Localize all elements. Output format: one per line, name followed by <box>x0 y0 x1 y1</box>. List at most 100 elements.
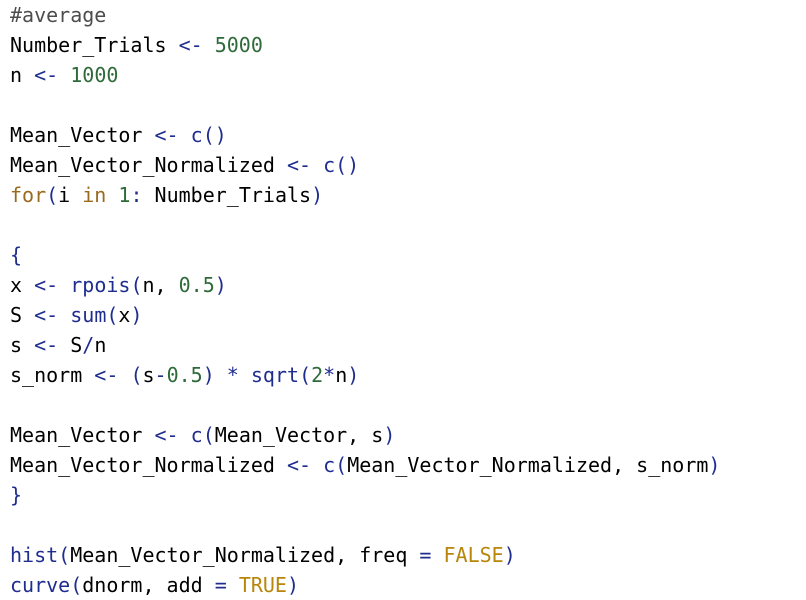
code-token-ident <box>58 303 70 327</box>
code-line[interactable]: n <- 1000 <box>10 60 806 90</box>
code-token-operator: <- <box>154 423 179 447</box>
code-token-ident <box>58 273 70 297</box>
code-token-paren: ( <box>335 453 348 477</box>
code-token-paren: ) <box>202 363 215 387</box>
code-token-function: c <box>190 423 203 447</box>
code-line[interactable]: ​ <box>10 210 806 240</box>
code-token-paren: ) <box>214 273 227 297</box>
code-token-paren: ) <box>708 453 721 477</box>
code-line[interactable]: Mean_Vector <- c(Mean_Vector, s) <box>10 420 806 450</box>
code-line[interactable]: S <- sum(x) <box>10 300 806 330</box>
code-token-operator: / <box>82 333 95 357</box>
code-token-ident: n, <box>142 273 179 297</box>
code-token-paren: ( <box>130 273 143 297</box>
code-line[interactable]: Mean_Vector_Normalized <- c() <box>10 150 806 180</box>
code-line[interactable]: curve(dnorm, add = TRUE) <box>10 570 806 600</box>
code-token-paren: () <box>335 153 360 177</box>
code-line[interactable]: Number_Trials <- 5000 <box>10 30 806 60</box>
code-token-keyword: in <box>82 183 107 207</box>
code-line[interactable]: s <- S/n <box>10 330 806 360</box>
code-line[interactable]: Mean_Vector_Normalized <- c(Mean_Vector_… <box>10 450 806 480</box>
code-token-ident: s <box>10 333 35 357</box>
code-token-function: sqrt <box>250 363 300 387</box>
code-token-ident <box>203 33 215 57</box>
code-token-paren: ( <box>130 363 143 387</box>
code-token-ident <box>227 573 239 597</box>
code-line[interactable]: x <- rpois(n, 0.5) <box>10 270 806 300</box>
code-token-ident: n <box>335 363 348 387</box>
code-token-ident: Mean_Vector <box>10 423 155 447</box>
code-token-operator: <- <box>154 123 179 147</box>
code-token-ident: S <box>10 303 35 327</box>
code-token-number: 0.5 <box>178 273 215 297</box>
code-token-number: 1 <box>118 183 131 207</box>
code-token-ident: Mean_Vector, s <box>214 423 384 447</box>
code-line[interactable]: for(i in 1: Number_Trials) <box>10 180 806 210</box>
code-token-function: sum <box>70 303 107 327</box>
code-token-operator: <- <box>178 33 203 57</box>
code-token-ident <box>58 63 70 87</box>
code-line[interactable]: } <box>10 480 806 510</box>
code-token-ident <box>118 363 130 387</box>
code-token-keyword: for <box>10 183 47 207</box>
code-token-ident: S <box>58 333 83 357</box>
code-token-paren: ( <box>46 183 59 207</box>
code-token-ident: n <box>94 333 107 357</box>
code-token-operator: <- <box>34 333 59 357</box>
code-token-ident: Mean_Vector_Normalized, freq <box>70 543 420 567</box>
code-token-operator: <- <box>34 273 59 297</box>
code-line[interactable]: s_norm <- (s-0.5) * sqrt(2*n) <box>10 360 806 390</box>
code-token-function: c <box>323 153 336 177</box>
code-token-paren: ) <box>503 543 516 567</box>
code-token-ident <box>311 153 323 177</box>
code-token-number: 1000 <box>70 63 119 87</box>
code-token-ident: dnorm, add <box>82 573 215 597</box>
code-token-paren: ( <box>58 543 71 567</box>
code-line[interactable]: { <box>10 240 806 270</box>
code-token-ident: n <box>10 63 35 87</box>
code-token-operator: <- <box>34 303 59 327</box>
code-token-paren: ( <box>70 573 83 597</box>
code-line[interactable]: ​ <box>10 90 806 120</box>
code-token-ident: Number_Trials <box>142 183 312 207</box>
code-line[interactable]: #average <box>10 0 806 30</box>
code-token-function: c <box>323 453 336 477</box>
code-token-ident <box>431 543 443 567</box>
code-token-ident: Mean_Vector_Normalized <box>10 453 287 477</box>
code-token-ident: x <box>118 303 131 327</box>
code-line[interactable]: ​ <box>10 510 806 540</box>
code-token-ident <box>106 183 118 207</box>
code-token-operator: * <box>323 363 336 387</box>
code-token-paren: ) <box>347 363 360 387</box>
code-token-paren: ) <box>286 573 300 597</box>
code-line[interactable]: Mean_Vector <- c() <box>10 120 806 150</box>
code-token-function: hist <box>10 543 59 567</box>
code-token-number: 5000 <box>214 33 263 57</box>
code-token-ident: x <box>10 273 35 297</box>
code-token-operator: <- <box>286 153 312 177</box>
code-token-function: rpois <box>70 273 131 297</box>
code-token-ident <box>215 363 227 387</box>
code-token-ident <box>179 123 191 147</box>
code-token-paren: ) <box>311 183 324 207</box>
code-token-paren: } <box>10 483 23 507</box>
code-token-ident <box>311 453 323 477</box>
code-token-paren: ( <box>106 303 119 327</box>
code-token-paren: ) <box>383 423 396 447</box>
code-token-operator: <- <box>34 63 59 87</box>
code-token-function: c <box>190 123 203 147</box>
code-editor[interactable]: #averageNumber_Trials <- 5000n <- 1000​M… <box>0 0 806 600</box>
code-token-constant: FALSE <box>443 543 504 567</box>
code-token-ident: Mean_Vector_Normalized, s_norm <box>347 453 709 477</box>
code-line[interactable]: hist(Mean_Vector_Normalized, freq = FALS… <box>10 540 806 570</box>
code-token-operator: = <box>419 543 432 567</box>
code-token-operator: <- <box>286 453 312 477</box>
code-token-ident: Mean_Vector <box>10 123 155 147</box>
code-token-ident: s_norm <box>10 363 95 387</box>
code-token-ident <box>239 363 251 387</box>
code-token-operator: * <box>226 363 239 387</box>
code-token-paren: { <box>10 243 23 267</box>
code-line[interactable]: ​ <box>10 390 806 420</box>
code-token-ident: Number_Trials <box>10 33 179 57</box>
code-token-ident <box>179 423 191 447</box>
